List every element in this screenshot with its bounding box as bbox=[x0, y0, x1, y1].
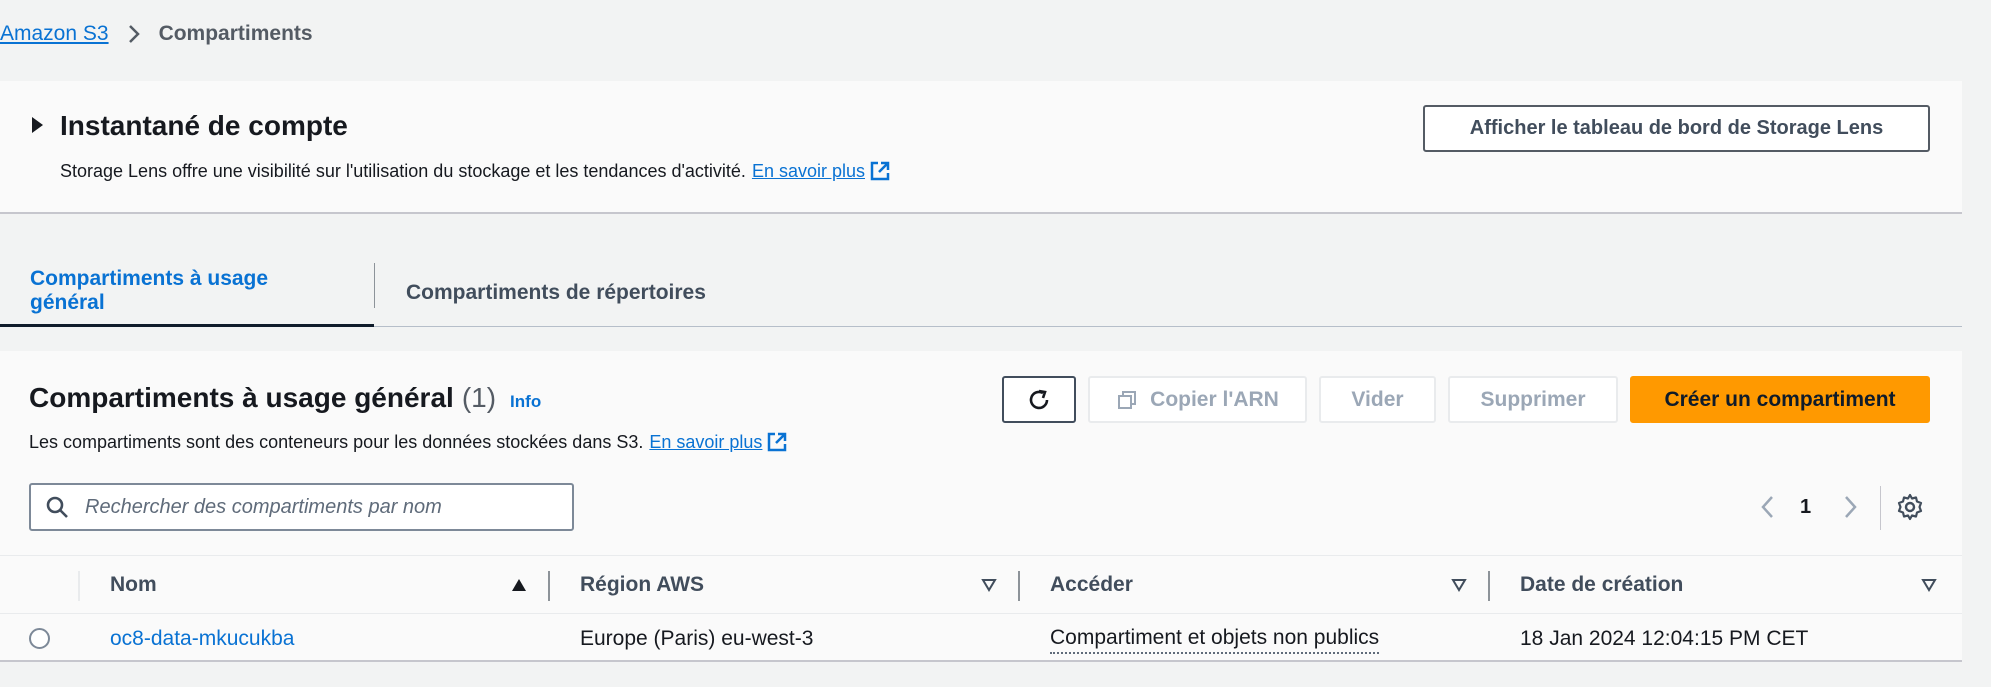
buckets-description: Les compartiments sont des conteneurs po… bbox=[29, 431, 788, 453]
bucket-type-tabs: Compartiments à usage général Compartime… bbox=[0, 258, 1962, 327]
buckets-description-text: Les compartiments sont des conteneurs po… bbox=[29, 431, 644, 452]
search-box bbox=[29, 483, 574, 531]
buckets-title: Compartiments à usage général bbox=[29, 382, 454, 413]
bucket-region: Europe (Paris) eu-west-3 bbox=[580, 626, 814, 650]
buckets-count: (1) bbox=[461, 382, 497, 413]
breadcrumb-link-amazon-s3[interactable]: Amazon S3 bbox=[0, 22, 109, 46]
snapshot-description-text: Storage Lens offre une visibilité sur l'… bbox=[60, 160, 746, 181]
copy-icon bbox=[1118, 390, 1137, 409]
info-link[interactable]: Info bbox=[510, 392, 541, 412]
sort-ascending-icon[interactable] bbox=[511, 578, 527, 592]
sort-descending-icon[interactable] bbox=[981, 578, 997, 592]
search-icon bbox=[46, 496, 68, 518]
column-divider bbox=[78, 571, 80, 601]
create-bucket-button[interactable]: Créer un compartiment bbox=[1630, 376, 1930, 423]
column-divider[interactable] bbox=[548, 571, 550, 601]
row-select-radio[interactable] bbox=[29, 628, 50, 649]
column-header-region[interactable]: Région AWS bbox=[580, 556, 704, 614]
bucket-created: 18 Jan 2024 12:04:15 PM CET bbox=[1520, 626, 1809, 650]
column-header-access[interactable]: Accéder bbox=[1050, 556, 1133, 614]
chevron-right-icon[interactable] bbox=[1838, 490, 1862, 524]
tab-directory[interactable]: Compartiments de répertoires bbox=[376, 258, 736, 327]
refresh-icon bbox=[1029, 389, 1049, 409]
gear-icon[interactable] bbox=[1895, 490, 1925, 524]
chevron-right-icon bbox=[125, 23, 143, 45]
copy-arn-button[interactable]: Copier l'ARN bbox=[1088, 376, 1307, 423]
delete-button[interactable]: Supprimer bbox=[1448, 376, 1618, 423]
empty-button[interactable]: Vider bbox=[1319, 376, 1436, 423]
copy-arn-label: Copier l'ARN bbox=[1150, 387, 1279, 411]
breadcrumb-current: Compartiments bbox=[158, 22, 313, 45]
snapshot-learn-more-label: En savoir plus bbox=[751, 160, 865, 181]
column-header-created[interactable]: Date de création bbox=[1520, 556, 1683, 614]
buckets-learn-more-link[interactable]: En savoir plus bbox=[649, 431, 788, 453]
tab-general-purpose[interactable]: Compartiments à usage général bbox=[0, 258, 374, 327]
column-divider[interactable] bbox=[1018, 571, 1020, 601]
snapshot-learn-more-link[interactable]: En savoir plus bbox=[752, 160, 891, 182]
bucket-name-link[interactable]: oc8-data-mkucukba bbox=[110, 615, 294, 662]
tab-divider bbox=[374, 263, 375, 308]
chevron-left-icon[interactable] bbox=[1756, 490, 1780, 524]
bucket-access[interactable]: Compartiment et objets non publics bbox=[1050, 623, 1380, 654]
caret-right-icon[interactable] bbox=[32, 117, 43, 133]
external-link-icon bbox=[870, 161, 890, 181]
snapshot-title[interactable]: Instantané de compte bbox=[60, 110, 348, 142]
sort-descending-icon[interactable] bbox=[1921, 578, 1937, 592]
sort-descending-icon[interactable] bbox=[1451, 578, 1467, 592]
search-input[interactable] bbox=[85, 495, 545, 519]
refresh-button[interactable] bbox=[1002, 376, 1076, 423]
column-header-name[interactable]: Nom bbox=[110, 556, 157, 614]
breadcrumb: Amazon S3 Compartiments bbox=[0, 22, 313, 46]
page-number[interactable]: 1 bbox=[1800, 490, 1811, 524]
storage-lens-dashboard-button[interactable]: Afficher le tableau de bord de Storage L… bbox=[1423, 105, 1930, 152]
column-divider[interactable] bbox=[1488, 571, 1490, 601]
buckets-header: Compartiments à usage général (1) Info bbox=[29, 382, 541, 414]
pagination-divider bbox=[1880, 486, 1881, 530]
snapshot-description: Storage Lens offre une visibilité sur l'… bbox=[60, 160, 891, 182]
external-link-icon bbox=[768, 432, 787, 452]
buckets-learn-more-label: En savoir plus bbox=[649, 431, 763, 452]
